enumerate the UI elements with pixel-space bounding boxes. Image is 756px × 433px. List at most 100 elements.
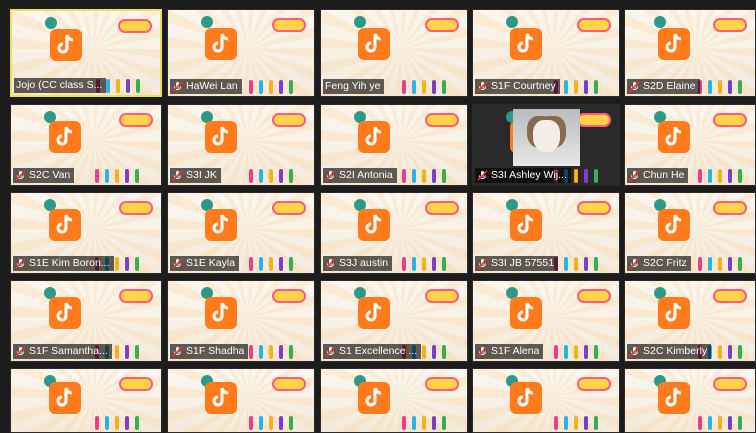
dancer-figure-icon	[412, 257, 417, 271]
dancer-figure-icon	[574, 416, 579, 430]
participant-tile[interactable]: S1F Samantha...	[10, 280, 162, 362]
dancer-figure-icon	[412, 169, 417, 183]
participant-tile[interactable]	[10, 368, 162, 433]
dancer-figure-icon	[279, 345, 284, 359]
participant-tile[interactable]: S2D Elaine	[624, 9, 756, 97]
dancer-figure-icon	[554, 416, 559, 430]
participant-name-tag: S2C Van	[13, 168, 75, 183]
participant-tile[interactable]: S2C Kimberly	[624, 280, 756, 362]
dancer-figure-icon	[422, 416, 427, 430]
participant-name-tag: Chun He	[627, 168, 689, 183]
participant-name: Chun He	[643, 169, 685, 181]
dancer-figure-icon	[697, 257, 702, 271]
participant-name-tag: S1 Excellence ...	[323, 344, 422, 359]
dancer-figure-icon	[412, 80, 417, 94]
participant-name: S3I JB 57551	[491, 257, 555, 269]
muted-mic-icon	[172, 258, 183, 269]
dancer-figure-icon	[584, 80, 589, 94]
muted-mic-icon	[325, 170, 336, 181]
tiktok-logo-icon	[49, 297, 81, 330]
dancer-figure-icon	[717, 345, 722, 359]
participant-tile[interactable]: S3I JK	[167, 104, 315, 186]
participant-name: Jojo (CC class S...	[16, 79, 103, 91]
tiktok-logo-icon	[358, 209, 390, 242]
dog-photo	[512, 109, 580, 167]
participant-tile[interactable]: Feng Yih ye	[320, 9, 468, 97]
participant-tile[interactable]: S1F Alena	[472, 280, 620, 362]
party-banner-icon	[425, 289, 459, 303]
party-banner-icon	[425, 113, 459, 127]
participant-tile[interactable]: S2I Antonia	[320, 104, 468, 186]
participant-tile[interactable]: Jojo (CC class S...	[10, 9, 162, 97]
dancer-figure-icon	[564, 416, 569, 430]
participant-tile[interactable]: Chun He	[624, 104, 756, 186]
party-banner-icon	[713, 18, 747, 32]
dancer-figure-icon	[134, 257, 139, 271]
dancer-figure-icon	[114, 416, 119, 430]
dancer-figure-icon	[115, 79, 120, 93]
dancer-figure-icon	[422, 345, 427, 359]
participant-tile[interactable]: S1F Courtney	[472, 9, 620, 97]
dancer-figure-icon	[249, 416, 254, 430]
participant-name: S1 Excellence ...	[339, 345, 418, 357]
tiktok-logo-icon	[510, 27, 542, 60]
school-logo-icon	[654, 16, 667, 28]
participant-name-tag: S1E Kayla	[170, 256, 240, 271]
party-banner-icon	[272, 289, 306, 303]
participant-tile[interactable]	[167, 368, 315, 433]
party-banner-icon	[272, 377, 306, 391]
participant-name-tag: S2D Elaine	[627, 79, 700, 94]
tiktok-logo-icon	[510, 382, 542, 414]
dancer-figure-icon	[259, 345, 264, 359]
dancer-figure-icon	[737, 80, 742, 94]
participant-name-tag: S1F Courtney	[475, 79, 560, 94]
participant-tile[interactable]: S2C Van	[10, 104, 162, 186]
participant-tile[interactable]: S3I JB 57551	[472, 192, 620, 274]
dancer-figure-icon	[442, 345, 447, 359]
participant-tile[interactable]	[624, 368, 756, 433]
participant-name-tag: S3J austin	[323, 256, 393, 271]
dancer-figure-icon	[249, 80, 254, 94]
party-banner-icon	[272, 18, 306, 32]
participant-tile[interactable]	[472, 368, 620, 433]
participant-tile[interactable]: HaWei Lan	[167, 9, 315, 97]
dancer-figure-icon	[594, 257, 599, 271]
dancer-figure-icon	[114, 257, 119, 271]
party-banner-icon	[425, 18, 459, 32]
tiktok-logo-icon	[205, 27, 237, 60]
school-logo-icon	[505, 16, 518, 28]
participant-tile[interactable]: S1F Shadha	[167, 280, 315, 362]
participant-name: S1F Alena	[491, 345, 540, 357]
muted-mic-icon	[172, 170, 183, 181]
dancer-figure-icon	[442, 416, 447, 430]
party-banner-icon	[713, 201, 747, 215]
muted-mic-icon	[15, 170, 26, 181]
dancer-figure-icon	[432, 345, 437, 359]
tiktok-logo-icon	[658, 209, 690, 242]
dancer-figure-icon	[727, 416, 732, 430]
participant-tile[interactable]: S3I Ashley Wij...	[472, 104, 620, 186]
dancer-figure-icon	[574, 169, 579, 183]
dancer-figure-icon	[737, 416, 742, 430]
dancer-figure-icon	[554, 345, 559, 359]
participant-tile[interactable]	[320, 368, 468, 433]
participant-tile[interactable]: S1E Kim Boron...	[10, 192, 162, 274]
participant-tile[interactable]: S1E Kayla	[167, 192, 315, 274]
muted-mic-icon	[477, 258, 488, 269]
party-banner-icon	[119, 201, 153, 215]
participant-tile[interactable]: S1 Excellence ...	[320, 280, 468, 362]
participant-tile[interactable]: S2C Fritz	[624, 192, 756, 274]
dancer-figure-icon	[574, 80, 579, 94]
muted-mic-icon	[325, 258, 336, 269]
dancer-figure-icon	[422, 80, 427, 94]
participant-tile[interactable]: S3J austin	[320, 192, 468, 274]
dancer-figure-icon	[259, 257, 264, 271]
dancer-figure-icon	[727, 345, 732, 359]
party-banner-icon	[577, 201, 611, 215]
dancer-figure-icon	[269, 80, 274, 94]
dancer-figure-icon	[564, 80, 569, 94]
video-gallery-grid: Jojo (CC class S... HaWei Lan Feng Yih ye S…	[10, 9, 756, 433]
participant-name: S3J austin	[339, 257, 389, 269]
dancer-figure-icon	[269, 345, 274, 359]
participant-name-tag: S1F Shadha	[170, 344, 249, 359]
